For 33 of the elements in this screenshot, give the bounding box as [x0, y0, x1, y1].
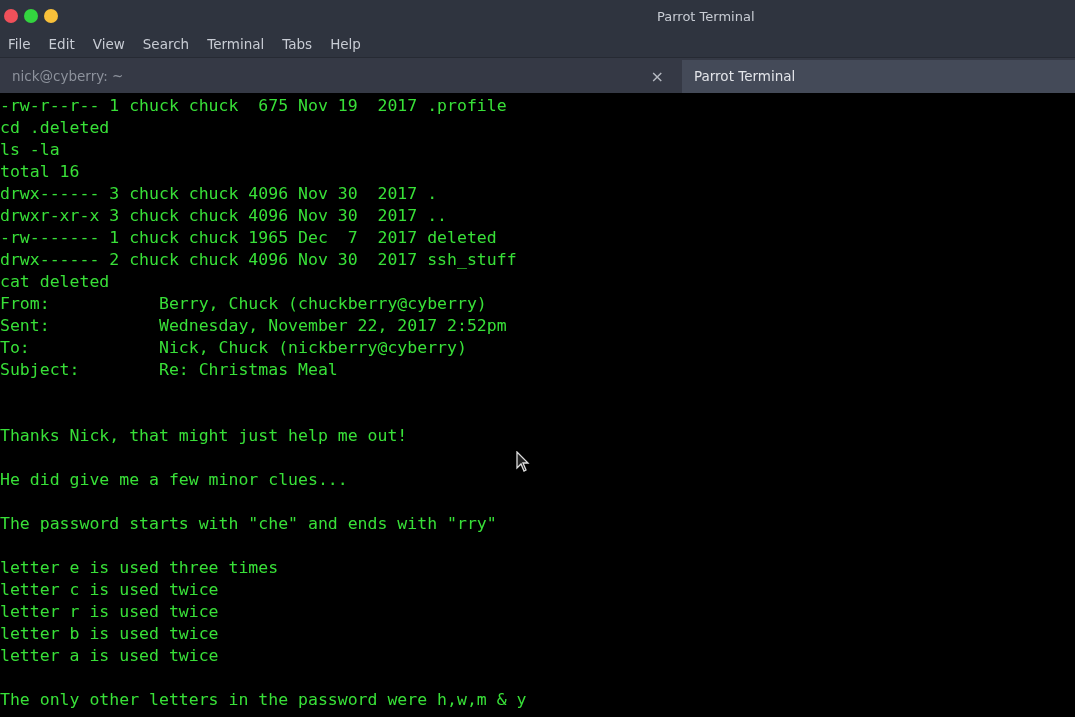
terminal-line: letter e is used three times [0, 557, 279, 579]
terminal-line: -rw-r--r-- 1 chuck chuck 675 Nov 19 2017 .profile [0, 95, 507, 117]
terminal-line: The password starts with "che" and ends with "rry" [0, 513, 497, 535]
terminal-line: drwx------ 2 chuck chuck 4096 Nov 30 2017 ssh_stuff [0, 249, 517, 271]
terminal-line: Subject: Re: Christmas Meal [0, 359, 338, 381]
terminal-line: letter a is used twice [0, 645, 219, 667]
terminal-line: Thanks Nick, that might just help me out! [0, 425, 408, 447]
terminal-line: total 16 [0, 161, 80, 183]
menu-item[interactable]: View [92, 33, 139, 55]
terminal-line: letter r is used twice [0, 601, 219, 623]
terminal-line: The only other letters in the password were h,w,m & y [0, 689, 527, 711]
menu-item[interactable]: File [8, 33, 45, 55]
terminal-line: -rw------- 1 chuck chuck 1965 Dec 7 2017 deleted [0, 227, 497, 249]
terminal-tab[interactable]: Parrot Terminal [682, 60, 1075, 93]
menu-item[interactable]: Search [142, 33, 204, 55]
terminal-line: To: Nick, Chuck (nickberry@cyberry) [0, 337, 467, 359]
terminal-line: Sent: Wednesday, November 22, 2017 2:52pm [0, 315, 507, 337]
terminal-line: cd .deleted [0, 117, 110, 139]
menu-item[interactable]: Help [330, 33, 375, 55]
terminal-line: From: Berry, Chuck (chuckberry@cyberry) [0, 293, 487, 315]
menu-item[interactable]: Edit [48, 33, 89, 55]
terminal-line: letter b is used twice [0, 623, 219, 645]
terminal-line: letter c is used twice [0, 579, 219, 601]
close-tab-button[interactable]: × [650, 64, 664, 89]
terminal-line: drwx------ 3 chuck chuck 4096 Nov 30 2017 . [0, 183, 438, 205]
terminal-line: ls -la [0, 139, 60, 161]
mouse-pointer-icon [516, 451, 530, 473]
terminal-line: drwxr-xr-x 3 chuck chuck 4096 Nov 30 2017 .. [0, 205, 448, 227]
terminal-line: cat deleted [0, 271, 110, 293]
menu-item[interactable]: Terminal [207, 33, 279, 55]
menu-item[interactable]: Tabs [282, 33, 327, 55]
window-title: Parrot Terminal [657, 8, 755, 26]
terminal-line: He did give me a few minor clues... [0, 469, 348, 491]
